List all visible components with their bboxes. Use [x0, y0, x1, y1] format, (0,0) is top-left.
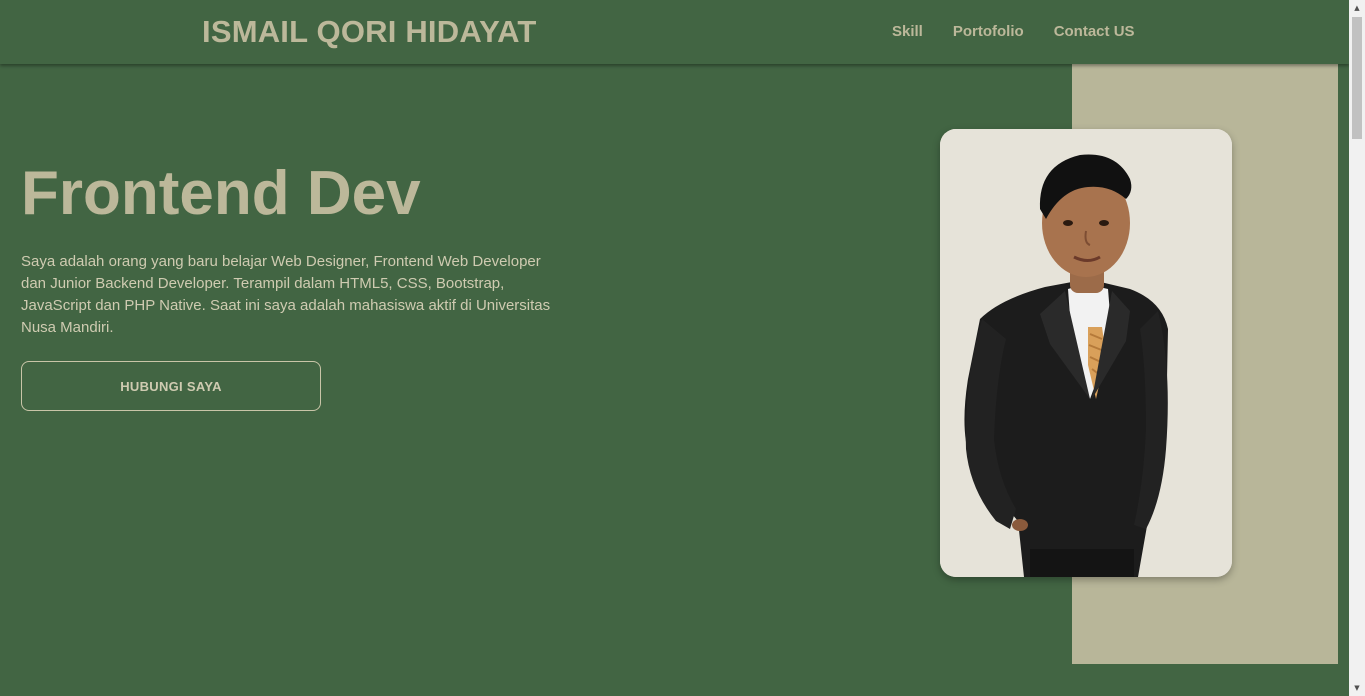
hero-title: Frontend Dev [21, 159, 421, 228]
hero-description: Saya adalah orang yang baru belajar Web … [21, 253, 551, 336]
nav-link-portofolio[interactable]: Portofolio [953, 23, 1024, 40]
profile-photo-illustration [940, 129, 1232, 577]
nav-link-skill[interactable]: Skill [892, 23, 923, 40]
scroll-down-arrow-icon[interactable]: ▼ [1349, 680, 1365, 696]
nav-links: Skill Portofolio Contact US [892, 23, 1165, 40]
scrollbar-thumb[interactable] [1352, 17, 1362, 139]
profile-photo [940, 129, 1232, 577]
vertical-scrollbar[interactable]: ▲ ▼ [1349, 0, 1365, 696]
contact-me-button[interactable]: HUBUNGI SAYA [21, 361, 321, 411]
navbar: ISMAIL QORI HIDAYAT Skill Portofolio Con… [0, 0, 1349, 64]
scroll-up-arrow-icon[interactable]: ▲ [1349, 0, 1365, 16]
site-brand[interactable]: ISMAIL QORI HIDAYAT [202, 14, 537, 50]
nav-link-contact[interactable]: Contact US [1054, 23, 1135, 40]
